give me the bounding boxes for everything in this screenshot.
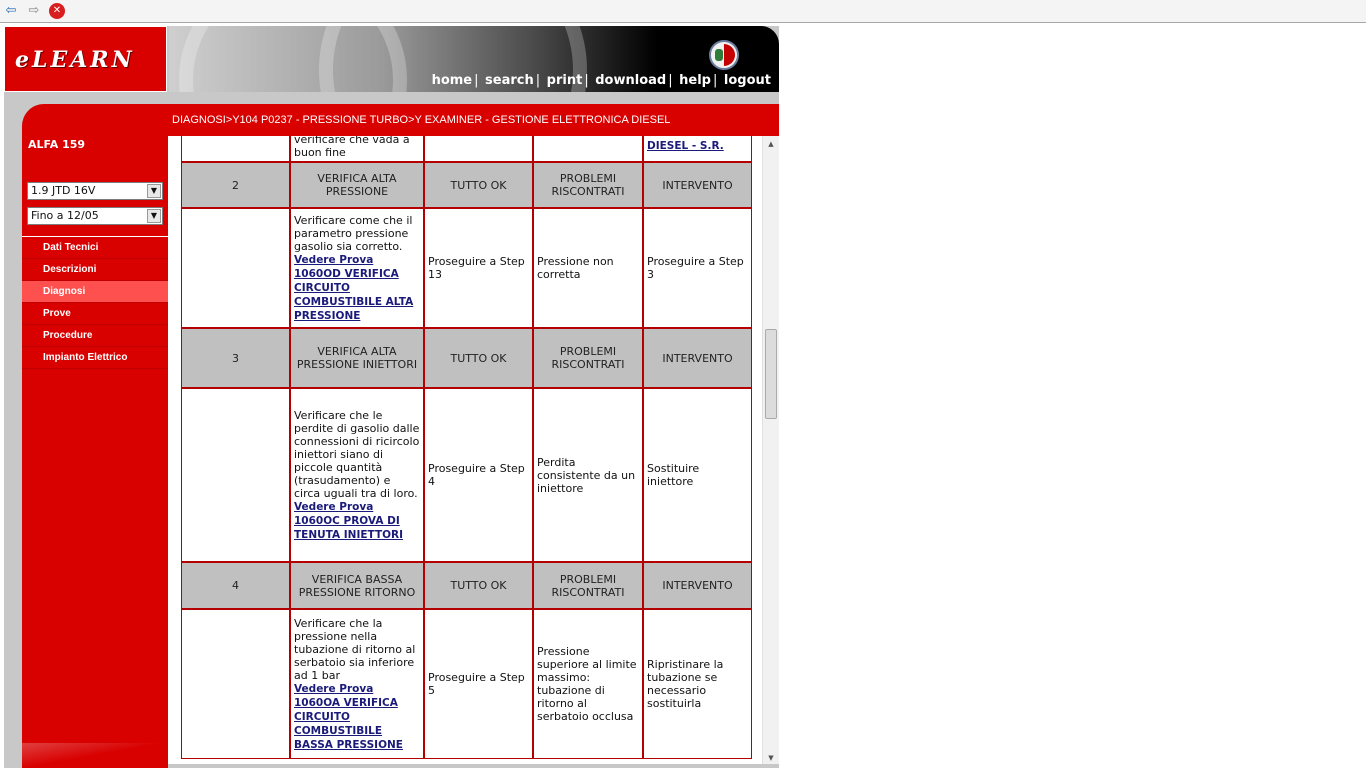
sidebar-item-diagnosi[interactable]: Diagnosi: [22, 281, 168, 303]
sidebar-menu: Dati Tecnici Descrizioni Diagnosi Prove …: [22, 236, 168, 369]
nav-home-link[interactable]: home: [432, 73, 473, 88]
table-row: Verificare come che il parametro pressio…: [181, 208, 752, 328]
logo-panel: eLEARN: [4, 26, 167, 92]
scroll-up-arrow-icon[interactable]: ▲: [763, 140, 779, 148]
action-header: INTERVENTO: [643, 162, 752, 208]
ok-header: TUTTO OK: [424, 562, 533, 609]
problem-text: Perdita consistente da un iniettore: [533, 388, 643, 562]
action-header: INTERVENTO: [643, 328, 752, 388]
step-description-cell: Verificare come che il parametro pressio…: [290, 208, 424, 328]
intervention-text: Proseguire a Step 3: [643, 208, 752, 328]
nav-download-link[interactable]: download: [595, 73, 666, 88]
ok-action: Proseguire a Step 13: [424, 208, 533, 328]
step-title: VERIFICA ALTA PRESSIONE INIETTORI: [290, 328, 424, 388]
problem-header: PROBLEMI RISCONTRATI: [533, 328, 643, 388]
procedure-link[interactable]: DIESEL - S.R.: [647, 140, 724, 152]
step-number: 3: [181, 328, 290, 388]
step-title: VERIFICA BASSA PRESSIONE RITORNO: [290, 562, 424, 609]
ok-header: TUTTO OK: [424, 328, 533, 388]
ok-header: TUTTO OK: [424, 162, 533, 208]
test-link[interactable]: Vedere Prova 1060OC PROVA DI TENUTA INIE…: [294, 501, 403, 541]
nav-print-link[interactable]: print: [547, 73, 583, 88]
sidebar-item-dati-tecnici[interactable]: Dati Tecnici: [22, 237, 168, 259]
table-row: 4 VERIFICA BASSA PRESSIONE RITORNO TUTTO…: [181, 562, 752, 609]
top-nav: home | search | print | download | help | log…: [431, 73, 771, 88]
step-description: Verificare che le perdite di gasolio dal…: [294, 408, 420, 500]
step-number: 2: [181, 162, 290, 208]
table-row: Verificare che le perdite di gasolio dal…: [181, 388, 752, 562]
diagnosis-content: verificare che vada a buon fine DIESEL -…: [168, 136, 762, 764]
ok-action: Proseguire a Step 4: [424, 388, 533, 562]
diagnosis-table: verificare che vada a buon fine DIESEL -…: [181, 136, 752, 759]
nav-help-link[interactable]: help: [679, 73, 711, 88]
forward-arrow-icon[interactable]: ⇨: [26, 3, 42, 19]
model-title: ALFA 159: [28, 138, 86, 151]
diagnosis-table-wrap: verificare che vada a buon fine DIESEL -…: [181, 136, 752, 759]
sidebar: ALFA 159 1.9 JTD 16V ▼ Fino a 12/05 ▼ Da…: [22, 136, 168, 766]
header-banner: home | search | print | download | help | log…: [169, 26, 779, 92]
nav-search-link[interactable]: search: [485, 73, 534, 88]
step-title: VERIFICA ALTA PRESSIONE: [290, 162, 424, 208]
scroll-down-arrow-icon[interactable]: ▼: [763, 754, 779, 762]
step-description-cell: Verificare che la pressione nella tubazi…: [290, 609, 424, 759]
alfa-romeo-badge-icon: [709, 40, 739, 70]
browser-toolbar: ⇦ ⇨ ✕: [0, 0, 1366, 23]
dropdown-arrow-icon[interactable]: ▼: [147, 209, 161, 223]
engine-select[interactable]: 1.9 JTD 16V ▼: [27, 182, 163, 200]
elearn-logo: eLEARN: [15, 47, 135, 73]
table-row: Verificare che la pressione nella tubazi…: [181, 609, 752, 759]
problem-header: PROBLEMI RISCONTRATI: [533, 162, 643, 208]
table-row: verificare che vada a buon fine DIESEL -…: [181, 136, 752, 162]
partial-description: verificare che vada a buon fine: [290, 136, 424, 162]
intervention-text: Ripristinare la tubazione se necessario …: [643, 609, 752, 759]
date-select-value: Fino a 12/05: [31, 209, 99, 222]
stop-icon[interactable]: ✕: [49, 3, 65, 19]
sidebar-item-prove[interactable]: Prove: [22, 303, 168, 325]
step-description-cell: Verificare che le perdite di gasolio dal…: [290, 388, 424, 562]
test-link[interactable]: Vedere Prova 1060OD VERIFICA CIRCUITO CO…: [294, 254, 413, 322]
action-header: INTERVENTO: [643, 562, 752, 609]
table-row: 3 VERIFICA ALTA PRESSIONE INIETTORI TUTT…: [181, 328, 752, 388]
content-scrollbar[interactable]: ▲ ▼: [762, 136, 779, 764]
sidebar-item-impianto-elettrico[interactable]: Impianto Elettrico: [22, 347, 168, 369]
breadcrumb: DIAGNOSI>Y104 P0237 - PRESSIONE TURBO>Y …: [172, 114, 671, 126]
dropdown-arrow-icon[interactable]: ▼: [147, 184, 161, 198]
step-description: Verificare che la pressione nella tubazi…: [294, 616, 416, 682]
engine-select-value: 1.9 JTD 16V: [31, 184, 96, 197]
sidebar-item-descrizioni[interactable]: Descrizioni: [22, 259, 168, 281]
step-description: Verificare come che il parametro pressio…: [294, 213, 413, 253]
problem-text: Pressione superiore al limite massimo: t…: [533, 609, 643, 759]
test-link[interactable]: Vedere Prova 1060OA VERIFICA CIRCUITO CO…: [294, 683, 403, 751]
date-select[interactable]: Fino a 12/05 ▼: [27, 207, 163, 225]
table-row: 2 VERIFICA ALTA PRESSIONE TUTTO OK PROBL…: [181, 162, 752, 208]
nav-logout-link[interactable]: logout: [724, 73, 771, 88]
elearn-frame: eLEARN home | search | print | download | he…: [4, 26, 779, 768]
problem-text: Pressione non corretta: [533, 208, 643, 328]
step-number: 4: [181, 562, 290, 609]
scrollbar-thumb[interactable]: [765, 329, 777, 419]
back-arrow-icon[interactable]: ⇦: [3, 3, 19, 19]
ok-action: Proseguire a Step 5: [424, 609, 533, 759]
sidebar-footer: [22, 743, 168, 768]
problem-header: PROBLEMI RISCONTRATI: [533, 562, 643, 609]
intervention-text: Sostituire iniettore: [643, 388, 752, 562]
sidebar-item-procedure[interactable]: Procedure: [22, 325, 168, 347]
